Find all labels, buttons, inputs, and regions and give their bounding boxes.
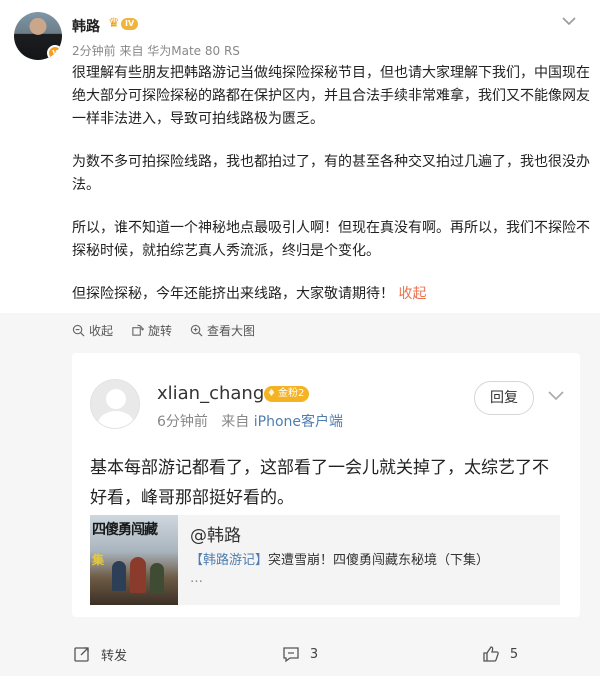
verified-badge-icon: v [47, 45, 62, 60]
post-body: 很理解有些朋友把韩路游记当做纯探险探秘节目，但也请大家理解下我们，中国现在绝大部… [72, 62, 592, 326]
post-paragraph: 但探险探秘，今年还能挤出来线路，大家敬请期待！ 收起 [72, 283, 592, 306]
shared-title-tag: 【韩路游记】 [190, 553, 269, 568]
chevron-down-icon[interactable] [546, 385, 566, 405]
view-large-label: 查看大图 [207, 323, 256, 338]
post-paragraph: 很理解有些朋友把韩路游记当做纯探险探秘节目，但也请大家理解下我们，中国现在绝大部… [72, 65, 590, 127]
video-thumbnail[interactable]: 四傻勇闯藏 集 [90, 515, 178, 605]
rotate-button[interactable]: 旋转 [131, 321, 172, 339]
comment-text: 基本每部游记都看了，这部看了一会儿就关掉了，太综艺了不好看，峰哥那部挺好看的。 [90, 458, 549, 508]
avatar-head [106, 389, 126, 409]
like-button[interactable]: 5 [400, 632, 600, 676]
shared-link-card[interactable]: 四傻勇闯藏 集 @韩路 【韩路游记】突遭雪崩！四傻勇闯藏东秘境（下集） … [90, 515, 560, 605]
thumbnail-subtitle: 集 [92, 553, 105, 567]
rotate-label: 旋转 [148, 323, 173, 338]
rotate-icon [132, 324, 145, 336]
collapse-link[interactable]: 收起 [398, 286, 426, 302]
fan-badge: 金粉2 [264, 386, 310, 402]
comment-source-app[interactable]: iPhone客户端 [254, 414, 343, 430]
image-action-row: 收起 旋转 查看大图 [72, 321, 255, 339]
shared-author[interactable]: @韩路 [190, 521, 241, 546]
comment-icon [283, 647, 299, 663]
thumbs-up-icon [483, 646, 499, 662]
comment-button[interactable]: 3 [200, 632, 400, 676]
post-last-paragraph: 但探险探秘，今年还能挤出来线路，大家敬请期待！ [72, 286, 394, 302]
avatar-body [98, 411, 134, 428]
thumbnail-title: 四傻勇闯藏 [92, 522, 158, 538]
repost-button[interactable]: 转发 [0, 632, 200, 676]
chevron-down-icon[interactable] [560, 12, 578, 30]
post-paragraph: 所以，谁不知道一个神秘地点最吸引人啊！但现在真没有啊。再所以，我们不探险不探秘时… [72, 220, 590, 259]
author-name[interactable]: 韩路 [72, 16, 100, 36]
post-paragraph: 为数不多可拍探险线路，我也都拍过了，有的甚至各种交叉拍过几遍了，我也很没办法。 [72, 154, 590, 193]
comment-source-prefix: 来自 [221, 414, 250, 430]
commenter-avatar[interactable] [90, 379, 140, 429]
zoom-in-icon [190, 324, 203, 336]
comment-time: 6分钟前 [157, 414, 208, 430]
collect-button[interactable]: 收起 [72, 321, 113, 339]
post-footer: 转发 3 5 [0, 632, 600, 676]
post-meta: 2分钟前 来自 华为Mate 80 RS [72, 44, 240, 58]
thumbnail-figure [130, 557, 146, 593]
comment-count: 3 [309, 646, 319, 662]
reply-button[interactable]: 回复 [474, 381, 534, 415]
share-icon [74, 647, 89, 662]
commenter-name[interactable]: xlian_chang [157, 383, 264, 404]
thumbnail-figure [112, 561, 126, 591]
collect-label: 收起 [89, 323, 114, 338]
shared-more: … [190, 571, 203, 586]
view-large-button[interactable]: 查看大图 [190, 321, 255, 339]
crown-icon: ♛ [108, 16, 120, 31]
like-count: 5 [509, 646, 519, 662]
comment-meta: 6分钟前 来自 iPhone客户端 [157, 411, 343, 431]
author-avatar[interactable]: v [14, 12, 62, 60]
zoom-out-icon [72, 324, 85, 336]
level-label: IV [121, 18, 139, 30]
shared-title[interactable]: 【韩路游记】突遭雪崩！四傻勇闯藏东秘境（下集） [190, 549, 489, 568]
repost-area: 收起 旋转 查看大图 xlian_chang 金粉2 6分钟前 来自 iPhon… [0, 313, 600, 676]
post-header: v 韩路 ♛ IV 2分钟前 来自 华为Mate 80 RS [0, 0, 600, 62]
repost-label: 转发 [100, 648, 127, 664]
thumbnail-figure [150, 563, 164, 593]
level-badge[interactable]: ♛ IV [108, 16, 142, 32]
shared-title-text: 突遭雪崩！四傻勇闯藏东秘境（下集） [268, 553, 490, 568]
comment-card[interactable]: xlian_chang 金粉2 6分钟前 来自 iPhone客户端 回复 基本每… [72, 353, 580, 617]
